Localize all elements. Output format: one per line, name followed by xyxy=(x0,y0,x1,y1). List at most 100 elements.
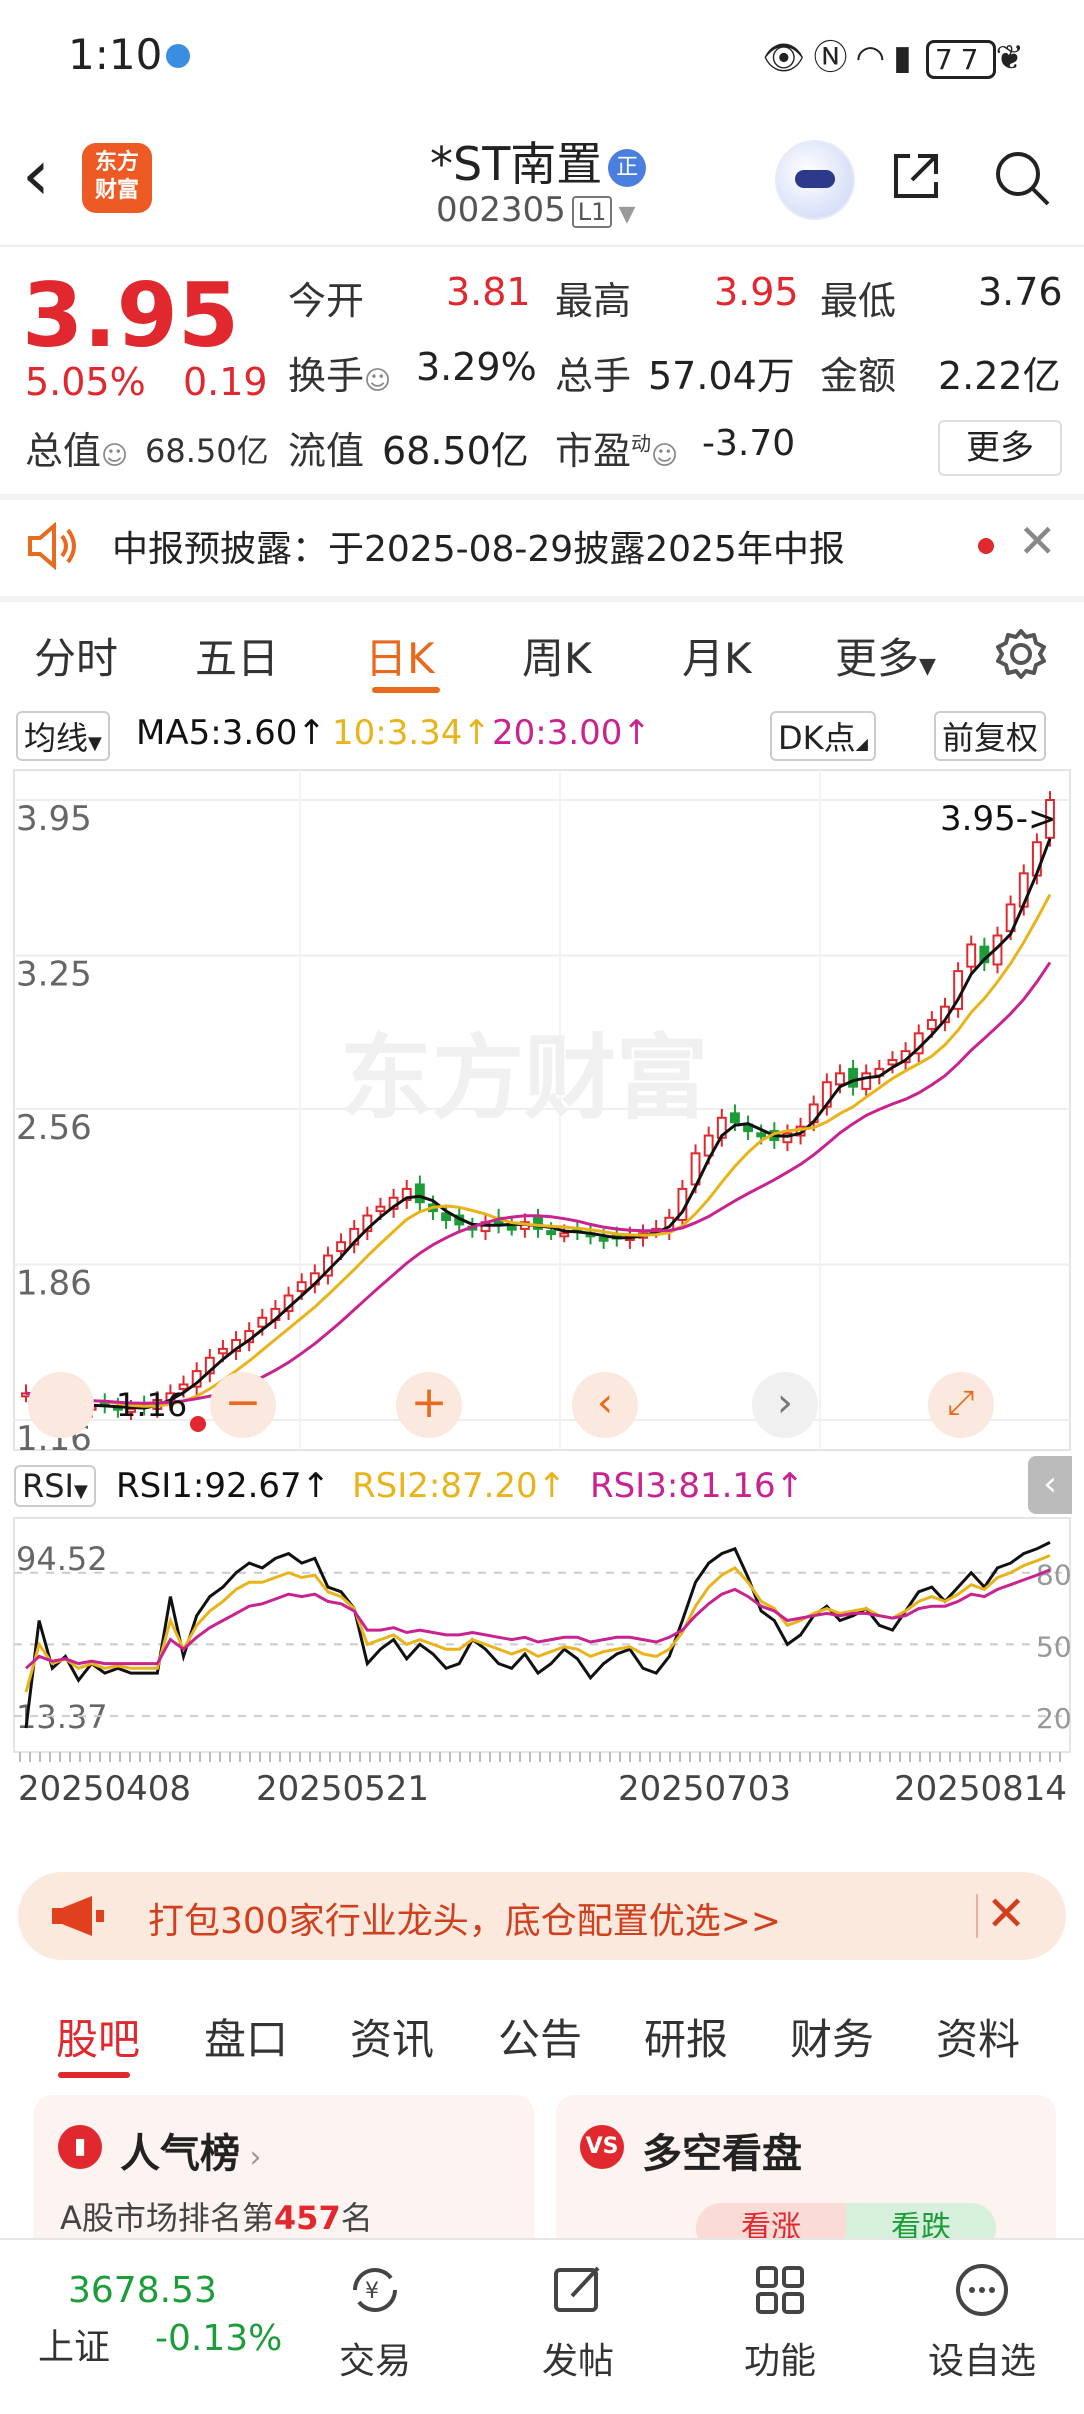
tab-research[interactable]: 研报 xyxy=(644,2006,728,2067)
zoom-in-button[interactable]: + xyxy=(396,1372,462,1438)
more-quote-button[interactable]: 更多 xyxy=(938,420,1062,476)
network-indicator-icon xyxy=(166,44,190,68)
active-tab-indicator xyxy=(58,2072,130,2078)
notice-text: 中报预披露：于2025-08-29披露2025年中报 xyxy=(112,529,845,570)
tab-more[interactable]: 更多▼ xyxy=(835,625,936,686)
index-value[interactable]: 3678.53 xyxy=(68,2270,217,2311)
nav-add-watchlist-label: 设自选 xyxy=(927,2341,1036,2382)
candle xyxy=(848,1067,859,1088)
stock-name-text: *ST南置 xyxy=(430,137,603,191)
period-tabs: 分时 五日 日K 周K 月K 更多▼ xyxy=(0,605,1084,695)
candle xyxy=(217,1347,228,1355)
low-label: 最低 xyxy=(820,279,897,323)
tab-monthly-k[interactable]: 月K xyxy=(682,625,752,686)
ma-select[interactable]: 均线▼ xyxy=(16,711,110,761)
tab-guba[interactable]: 股吧 xyxy=(56,2006,140,2067)
candle xyxy=(887,1059,898,1066)
more-circle-icon xyxy=(956,2264,1008,2316)
tab-intraday[interactable]: 分时 xyxy=(34,625,118,686)
tab-profile[interactable]: 资料 xyxy=(936,2006,1020,2067)
eastmoney-logo[interactable]: 东方 财富 xyxy=(82,143,152,213)
ma10-line xyxy=(25,893,1052,1408)
divider xyxy=(976,1894,978,1938)
nav-trade-label: 交易 xyxy=(338,2341,411,2382)
ma5-value: MA5:3.60↑ xyxy=(136,713,326,753)
pan-left-button[interactable]: ‹ xyxy=(572,1372,638,1438)
tab-announcements[interactable]: 公告 xyxy=(498,2006,582,2067)
ai-assistant-icon[interactable] xyxy=(775,140,855,220)
kline-chart-area[interactable]: 东方财富 3.95-> 1.16 3.95 3.25 2.56 1.86 1.16 94.5… xyxy=(0,760,1084,1870)
info-tabs: 股吧 盘口 资讯 公告 研报 财务 资料 xyxy=(0,1980,1084,2080)
rsi3-line xyxy=(24,1568,1051,1670)
watermark: 东方财富 xyxy=(340,1025,708,1132)
status-time: 1:10 xyxy=(68,30,163,79)
pe-value: -3.70 xyxy=(702,423,796,464)
promo-banner[interactable]: 打包300家行业龙头，底仓配置优选>> ✕ xyxy=(18,1872,1066,1960)
tab-finance[interactable]: 财务 xyxy=(790,2006,874,2067)
stock-code[interactable]: 002305 L1 ▼ xyxy=(436,190,635,230)
low-price-marker: 1.16 xyxy=(116,1386,187,1424)
notice-bar[interactable]: 中报预披露：于2025-08-29披露2025年中报 ✕ xyxy=(0,500,1084,592)
nav-trade[interactable]: ¥ 交易 xyxy=(315,2260,435,2384)
back-button[interactable]: ‹ xyxy=(22,140,50,210)
candle xyxy=(926,1019,937,1030)
gear-icon[interactable] xyxy=(994,627,1048,681)
navbar: ‹ 东方 财富 *ST南置正 002305 L1 ▼ xyxy=(0,120,1084,245)
change-value: 0.19 xyxy=(183,360,268,404)
turnover-label[interactable]: 换手☺ xyxy=(288,345,391,400)
close-icon[interactable]: ✕ xyxy=(986,1886,1026,1942)
open-label: 今开 xyxy=(288,279,365,323)
nav-functions[interactable]: 功能 xyxy=(720,2260,840,2384)
close-icon[interactable]: ✕ xyxy=(1018,514,1057,568)
share-icon[interactable] xyxy=(888,148,944,204)
adjust-select[interactable]: 前复权 xyxy=(934,711,1047,761)
low-price-dot xyxy=(190,1416,206,1432)
candle xyxy=(598,1236,609,1242)
tab-five-day[interactable]: 五日 xyxy=(195,625,279,686)
battery-icon: 77 xyxy=(925,40,996,79)
tab-daily-k[interactable]: 日K xyxy=(365,625,435,686)
rsi-right-tick-label: 50 xyxy=(1036,1630,1072,1663)
kline-chart[interactable]: 东方财富 3.95->1.16 3.953.252.561.861.1694.5… xyxy=(0,760,1084,1870)
signal-icon: ▮ xyxy=(893,38,920,78)
rsi1-value: RSI1:92.67↑ xyxy=(116,1466,331,1506)
rsi-right-tick-label: 80 xyxy=(1036,1559,1072,1592)
rewind-button[interactable] xyxy=(28,1372,94,1438)
y-tick-label: 1.86 xyxy=(16,1263,92,1303)
quote-panel: 3.95 5.05% 0.19 总值☺ 68.50亿 今开 3.81 最高 3.… xyxy=(0,250,1084,490)
tab-weekly-k[interactable]: 周K xyxy=(522,625,592,686)
candle xyxy=(336,1241,347,1253)
megaphone-icon xyxy=(52,1896,104,1936)
margin-badge-icon: 正 xyxy=(608,148,647,187)
ma10-value: 10:3.34↑ xyxy=(332,713,491,753)
nav-add-watchlist[interactable]: 设自选 xyxy=(922,2260,1042,2384)
speaker-icon xyxy=(28,522,76,570)
amount-value: 2.22亿 xyxy=(938,354,1061,398)
divider xyxy=(0,596,1084,602)
rsi2-value: RSI2:87.20↑ xyxy=(352,1466,567,1506)
dk-point-select[interactable]: DK点◢ xyxy=(770,711,876,761)
pe-label[interactable]: 市盈动☺ xyxy=(555,420,678,475)
open-value: 3.81 xyxy=(446,270,531,314)
index-name[interactable]: 上证 xyxy=(38,2318,110,2370)
search-icon[interactable] xyxy=(992,148,1052,208)
index-change[interactable]: -0.13% xyxy=(155,2318,282,2359)
volume-label: 总手 xyxy=(555,354,632,398)
market-cap-label[interactable]: 总值☺ xyxy=(25,420,128,475)
tab-pankou[interactable]: 盘口 xyxy=(204,2006,288,2067)
float-cap-label: 流值 xyxy=(288,429,365,473)
rsi-select[interactable]: RSI▼ xyxy=(14,1465,96,1507)
x-date-label: 20250814 xyxy=(894,1769,1067,1809)
x-date-label: 20250521 xyxy=(256,1769,429,1809)
tab-news[interactable]: 资讯 xyxy=(350,2006,434,2067)
system-icons: 👁Ⓝ◠▮ 77 ❦ xyxy=(762,30,1032,79)
wifi-icon: ◠ xyxy=(855,38,894,78)
rsi3-value: RSI3:81.16↑ xyxy=(590,1466,805,1506)
fullscreen-icon[interactable]: ⤢ xyxy=(928,1372,994,1438)
grid-icon xyxy=(756,2266,804,2314)
collapse-panel-button[interactable]: ‹ xyxy=(1028,1456,1072,1514)
zoom-out-button[interactable]: − xyxy=(210,1372,276,1438)
stock-name: *ST南置正 xyxy=(430,128,647,194)
pan-right-button[interactable]: › xyxy=(752,1372,818,1438)
nav-post[interactable]: 发帖 xyxy=(518,2260,638,2384)
